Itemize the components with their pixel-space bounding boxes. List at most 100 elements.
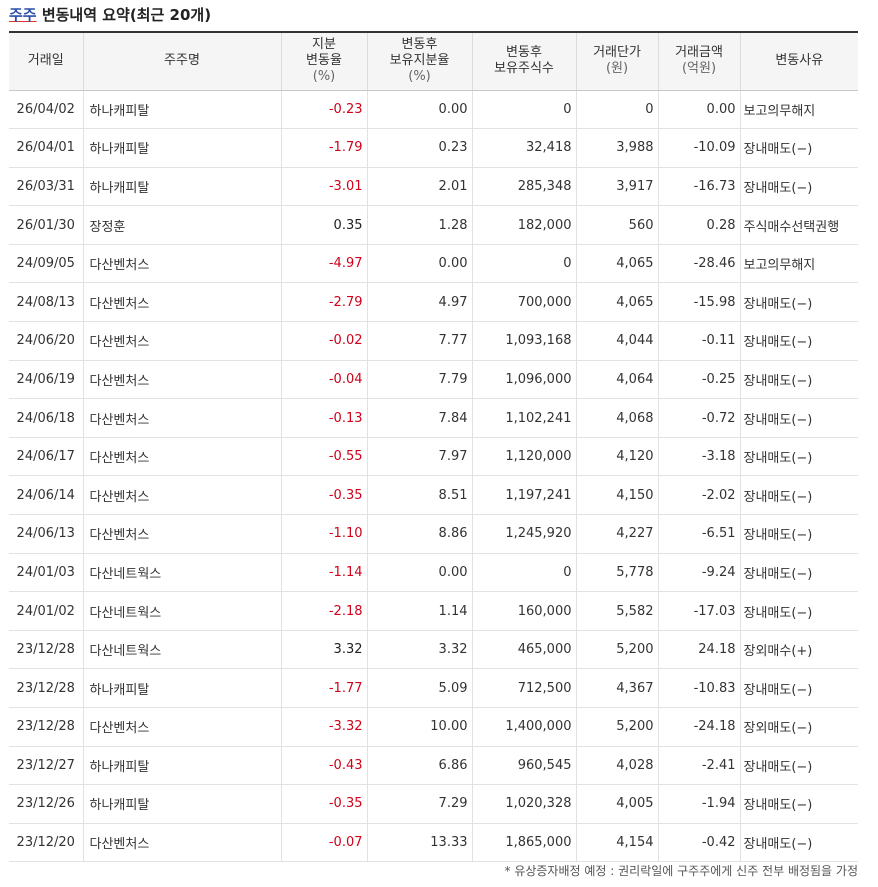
cell-reason: 장내매도(−) <box>739 784 858 824</box>
cell-date: 24/06/13 <box>9 514 83 554</box>
cell-name: 하나캐피탈 <box>82 784 281 824</box>
col-header-ratio: 변동후 보유지분율 (%) <box>366 31 472 91</box>
cell-change: -3.01 <box>280 167 367 207</box>
cell-amount: -6.51 <box>657 514 740 554</box>
cell-reason: 장내매도(−) <box>739 514 858 554</box>
cell-price: 3,917 <box>575 167 658 207</box>
cell-amount: -16.73 <box>657 167 740 207</box>
cell-ratio: 10.00 <box>366 707 472 747</box>
cell-ratio: 7.79 <box>366 360 472 400</box>
cell-reason: 장내매도(−) <box>739 475 858 516</box>
cell-date: 26/01/30 <box>9 205 83 245</box>
cell-price: 4,065 <box>575 282 658 323</box>
cell-reason: 장내매도(−) <box>739 553 858 593</box>
cell-amount: -10.83 <box>657 668 740 708</box>
col-header-label: 변동후 <box>401 37 438 53</box>
cell-shares: 0 <box>471 553 576 593</box>
cell-reason: 장외매도(−) <box>739 707 858 747</box>
cell-date: 26/04/02 <box>9 90 83 130</box>
cell-change: -0.07 <box>280 823 367 863</box>
cell-name: 다산벤처스 <box>82 244 281 284</box>
table-row: 23/12/26 하나캐피탈 -0.35 7.29 1,020,328 4,005 -1.9… <box>9 784 858 824</box>
col-header-label: 보유지분율 <box>389 53 450 69</box>
cell-change: 0.35 <box>280 205 367 245</box>
cell-shares: 960,545 <box>471 746 576 786</box>
cell-amount: -0.11 <box>657 321 740 361</box>
cell-reason: 장내매도(−) <box>739 282 858 323</box>
cell-name: 하나캐피탈 <box>82 746 281 786</box>
cell-name: 하나캐피탈 <box>82 668 281 708</box>
cell-date: 24/06/14 <box>9 475 83 516</box>
cell-reason: 장내매도(−) <box>739 360 858 400</box>
table-row: 24/08/13 다산벤처스 -2.79 4.97 700,000 4,065 -15.98… <box>9 282 858 323</box>
cell-change: -2.18 <box>280 591 367 631</box>
col-header-reason: 변동사유 <box>739 31 858 91</box>
cell-date: 23/12/27 <box>9 746 83 786</box>
cell-ratio: 13.33 <box>366 823 472 863</box>
cell-price: 4,120 <box>575 437 658 477</box>
table-row: 24/06/13 다산벤처스 -1.10 8.86 1,245,920 4,227 -6.5… <box>9 514 858 554</box>
cell-reason: 장내매도(−) <box>739 591 858 631</box>
cell-ratio: 8.51 <box>366 475 472 516</box>
cell-price: 4,044 <box>575 321 658 361</box>
cell-amount: -1.94 <box>657 784 740 824</box>
cell-shares: 0 <box>471 244 576 284</box>
cell-date: 23/12/28 <box>9 707 83 747</box>
table-row: 26/04/02 하나캐피탈 -0.23 0.00 0 0 0.00 보고의무해지 <box>9 90 858 130</box>
cell-shares: 1,865,000 <box>471 823 576 863</box>
col-header-label: 변동후 <box>506 45 542 61</box>
cell-price: 4,150 <box>575 475 658 516</box>
table-row: 26/03/31 하나캐피탈 -3.01 2.01 285,348 3,917 -16.73… <box>9 167 858 207</box>
col-header-label: 거래단가 <box>593 45 641 61</box>
cell-ratio: 7.29 <box>366 784 472 824</box>
cell-change: -1.79 <box>280 128 367 168</box>
cell-shares: 1,020,328 <box>471 784 576 824</box>
cell-change: 3.32 <box>280 630 367 670</box>
cell-name: 하나캐피탈 <box>82 128 281 168</box>
cell-name: 하나캐피탈 <box>82 167 281 207</box>
cell-shares: 700,000 <box>471 282 576 323</box>
cell-name: 다산벤처스 <box>82 475 281 516</box>
col-header-amount: 거래금액 (억원) <box>657 31 740 91</box>
cell-ratio: 1.28 <box>366 205 472 245</box>
cell-price: 4,367 <box>575 668 658 708</box>
cell-price: 3,988 <box>575 128 658 168</box>
col-header-label: 변동율 <box>306 53 342 69</box>
table-row: 24/06/19 다산벤처스 -0.04 7.79 1,096,000 4,064 -0.2… <box>9 360 858 400</box>
cell-price: 4,028 <box>575 746 658 786</box>
cell-price: 4,227 <box>575 514 658 554</box>
cell-shares: 0 <box>471 90 576 130</box>
col-header-unit: (%) <box>312 69 336 85</box>
cell-price: 4,068 <box>575 398 658 438</box>
cell-shares: 1,197,241 <box>471 475 576 516</box>
table-row: 23/12/28 다산네트웍스 3.32 3.32 465,000 5,200 24.18 장… <box>9 630 858 670</box>
cell-name: 다산벤처스 <box>82 707 281 747</box>
cell-amount: -2.02 <box>657 475 740 516</box>
table-header-row: 거래일 주주명 지분 변동율 (%) 변동후 보유지분율 (%) 변동후 보유주식수 거래단가 (원)… <box>9 31 858 91</box>
table-row: 24/09/05 다산벤처스 -4.97 0.00 0 4,065 -28.46 보고의무해지 <box>9 244 858 284</box>
cell-name: 다산벤처스 <box>82 823 281 863</box>
cell-change: -0.55 <box>280 437 367 477</box>
cell-ratio: 2.01 <box>366 167 472 207</box>
cell-price: 5,582 <box>575 591 658 631</box>
cell-ratio: 6.86 <box>366 746 472 786</box>
cell-ratio: 8.86 <box>366 514 472 554</box>
cell-reason: 주식매수선택권행 <box>739 205 858 245</box>
cell-date: 24/09/05 <box>9 244 83 284</box>
section-title-accent: 주주 <box>9 6 37 24</box>
cell-date: 24/01/03 <box>9 553 83 593</box>
cell-reason: 장내매도(−) <box>739 437 858 477</box>
shareholder-change-table: 거래일 주주명 지분 변동율 (%) 변동후 보유지분율 (%) 변동후 보유주식수 거래단가 (원)… <box>9 31 858 863</box>
cell-shares: 32,418 <box>471 128 576 168</box>
cell-date: 24/06/18 <box>9 398 83 438</box>
col-header-label: 주주명 <box>164 53 200 69</box>
cell-amount: -0.25 <box>657 360 740 400</box>
footnote: * 유상증자배정 예정 : 권리락일에 구주주에게 신주 전부 배정됨을 가정 <box>504 864 859 878</box>
cell-change: -1.10 <box>280 514 367 554</box>
cell-ratio: 4.97 <box>366 282 472 323</box>
cell-change: -4.97 <box>280 244 367 284</box>
cell-change: -0.02 <box>280 321 367 361</box>
table-row: 24/06/14 다산벤처스 -0.35 8.51 1,197,241 4,150 -2.0… <box>9 475 858 516</box>
table-row: 26/04/01 하나캐피탈 -1.79 0.23 32,418 3,988 -10.09 장… <box>9 128 858 168</box>
cell-price: 0 <box>575 90 658 130</box>
